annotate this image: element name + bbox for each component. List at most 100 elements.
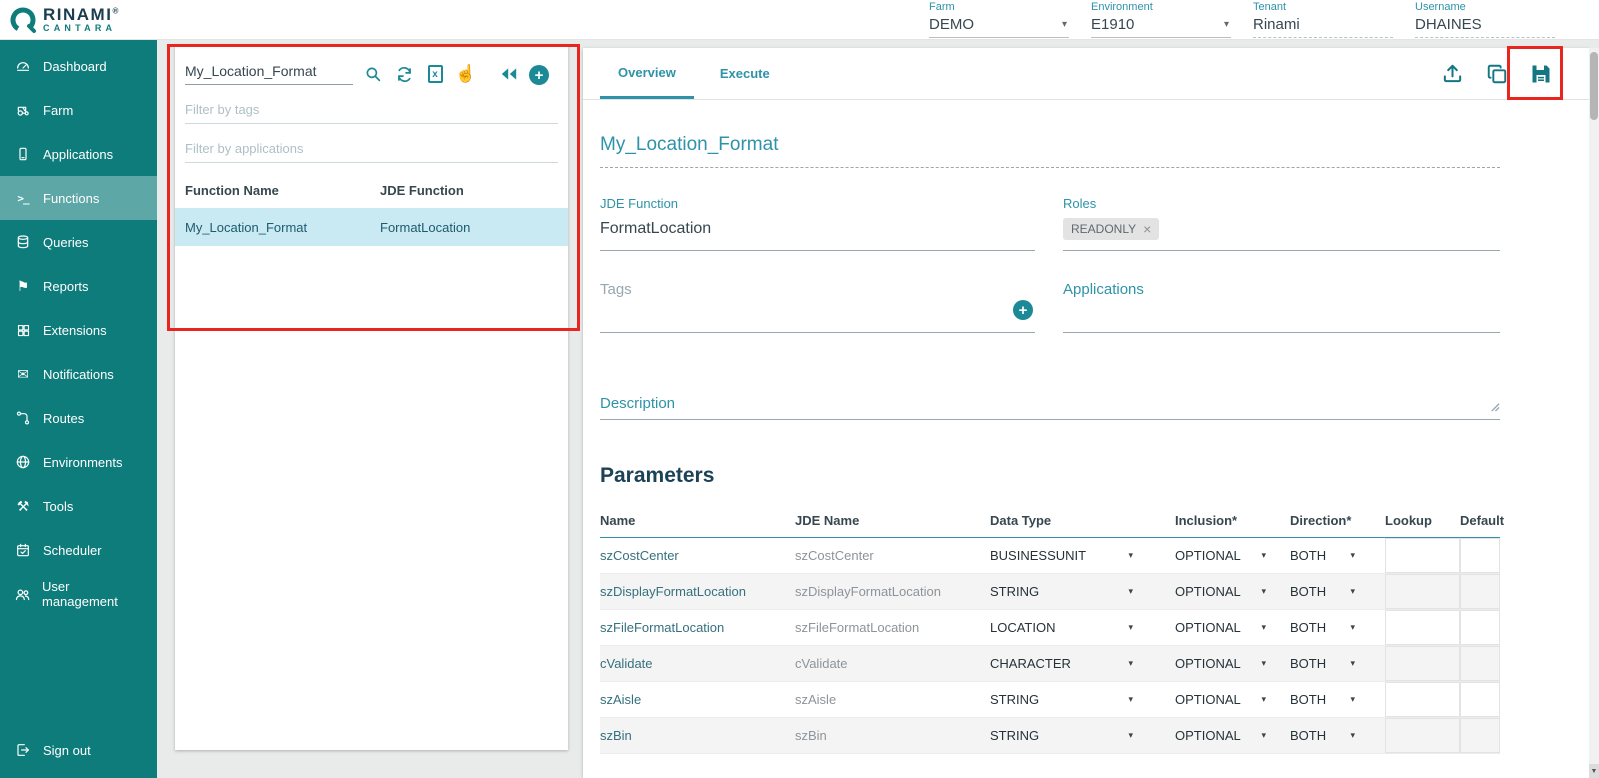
param-direction-select[interactable]: BOTH▾: [1290, 574, 1385, 609]
brand-logo: RINAMI® CANTARA: [8, 5, 120, 35]
sidebar-item-dashboard[interactable]: Dashboard: [0, 44, 157, 88]
col-jde-name: JDE Name: [795, 513, 990, 528]
dropdown-caret-icon: ▾: [1261, 694, 1266, 705]
sidebar-item-environments[interactable]: Environments: [0, 440, 157, 484]
jde-function-value[interactable]: FormatLocation: [600, 220, 1035, 238]
sidebar-item-applications[interactable]: Applications: [0, 132, 157, 176]
excel-export-icon[interactable]: x: [424, 63, 446, 85]
param-inclusion-select[interactable]: OPTIONAL▾: [1175, 574, 1290, 609]
param-data-type-select[interactable]: LOCATION▾: [990, 610, 1175, 645]
param-default-input[interactable]: [1460, 538, 1500, 573]
sidebar-item-tools[interactable]: ⚒ Tools: [0, 484, 157, 528]
param-lookup-input[interactable]: [1385, 538, 1460, 573]
jde-function-field[interactable]: JDE Function FormatLocation: [600, 196, 1035, 251]
rewind-icon[interactable]: [498, 63, 520, 85]
sidebar-item-user-management[interactable]: User management: [0, 572, 157, 616]
sidebar-item-farm[interactable]: Farm: [0, 88, 157, 132]
upload-icon[interactable]: [1440, 61, 1465, 86]
vertical-scrollbar[interactable]: ▼: [1589, 48, 1599, 778]
param-lookup-input[interactable]: [1385, 646, 1460, 681]
dropdown-caret-icon: ▾: [1128, 586, 1133, 597]
param-default-input[interactable]: [1460, 646, 1500, 681]
add-function-icon[interactable]: +: [529, 65, 549, 85]
param-lookup-input[interactable]: [1385, 610, 1460, 645]
tenant-label: Tenant: [1253, 1, 1393, 15]
brand-name: RINAMI®: [43, 6, 120, 24]
param-data-type-select[interactable]: CHARACTER▾: [990, 646, 1175, 681]
param-name[interactable]: szDisplayFormatLocation: [600, 574, 795, 609]
applications-input[interactable]: [1063, 298, 1500, 324]
tab-overview[interactable]: Overview: [600, 48, 694, 99]
add-tag-icon[interactable]: +: [1013, 300, 1033, 320]
tags-field[interactable]: Tags +: [600, 281, 1035, 333]
param-inclusion-select[interactable]: OPTIONAL▾: [1175, 682, 1290, 717]
sidebar-item-scheduler[interactable]: Scheduler: [0, 528, 157, 572]
function-name-cell: My_Location_Format: [185, 220, 380, 235]
param-inclusion-select[interactable]: OPTIONAL▾: [1175, 646, 1290, 681]
database-icon: [14, 234, 32, 250]
function-detail-panel: Overview Execute My_Location_Format JDE …: [583, 48, 1589, 778]
sidebar-item-label: User management: [42, 579, 143, 609]
param-inclusion-select[interactable]: OPTIONAL▾: [1175, 718, 1290, 753]
textarea-resize-handle-icon[interactable]: [1489, 399, 1500, 417]
param-data-type-select[interactable]: STRING▾: [990, 718, 1175, 753]
param-direction-select[interactable]: BOTH▾: [1290, 538, 1385, 573]
tags-input[interactable]: [600, 298, 1035, 324]
envelope-icon: ✉: [14, 366, 32, 383]
role-chip: READONLY ×: [1063, 218, 1159, 240]
param-default-input[interactable]: [1460, 610, 1500, 645]
hand-pointer-icon[interactable]: ☝: [455, 63, 477, 85]
param-lookup-input[interactable]: [1385, 718, 1460, 753]
param-inclusion-select[interactable]: OPTIONAL▾: [1175, 538, 1290, 573]
jde-function-cell: FormatLocation: [380, 220, 558, 235]
sidebar-item-reports[interactable]: ⚑ Reports: [0, 264, 157, 308]
param-data-type-select[interactable]: STRING▾: [990, 574, 1175, 609]
sidebar-item-extensions[interactable]: Extensions: [0, 308, 157, 352]
param-data-type-select[interactable]: STRING▾: [990, 682, 1175, 717]
function-search-input[interactable]: [185, 59, 353, 85]
save-icon[interactable]: [1528, 61, 1553, 86]
parameter-row: szBin szBin STRING▾ OPTIONAL▾ BOTH▾: [600, 718, 1500, 754]
function-name-field[interactable]: My_Location_Format: [600, 134, 1500, 168]
param-lookup-input[interactable]: [1385, 574, 1460, 609]
sidebar-item-queries[interactable]: Queries: [0, 220, 157, 264]
param-direction-select[interactable]: BOTH▾: [1290, 646, 1385, 681]
farm-select[interactable]: Farm DEMO▾: [929, 1, 1069, 38]
param-name[interactable]: szFileFormatLocation: [600, 610, 795, 645]
param-default-input[interactable]: [1460, 682, 1500, 717]
param-jde-name: szFileFormatLocation: [795, 610, 990, 645]
sidebar-item-routes[interactable]: Routes: [0, 396, 157, 440]
roles-field[interactable]: Roles READONLY ×: [1063, 196, 1500, 251]
scrollbar-thumb[interactable]: [1590, 52, 1598, 120]
filter-by-applications-input[interactable]: [185, 137, 558, 163]
param-direction-select[interactable]: BOTH▾: [1290, 682, 1385, 717]
username-value: DHAINES: [1415, 16, 1482, 33]
refresh-icon[interactable]: [393, 63, 415, 85]
sidebar-item-functions[interactable]: >_ Functions: [0, 176, 157, 220]
scrollbar-down-arrow-icon[interactable]: ▼: [1589, 764, 1599, 778]
sidebar-item-notifications[interactable]: ✉ Notifications: [0, 352, 157, 396]
dropdown-caret-icon: ▾: [1261, 586, 1266, 597]
param-inclusion-select[interactable]: OPTIONAL▾: [1175, 610, 1290, 645]
param-name[interactable]: szAisle: [600, 682, 795, 717]
copy-icon[interactable]: [1484, 61, 1509, 86]
param-lookup-input[interactable]: [1385, 682, 1460, 717]
environment-select[interactable]: Environment E1910▾: [1091, 1, 1231, 38]
description-field[interactable]: Description: [600, 395, 1500, 420]
param-default-input[interactable]: [1460, 718, 1500, 753]
dashboard-icon: [14, 58, 32, 74]
chip-remove-icon[interactable]: ×: [1143, 222, 1151, 236]
filter-by-tags-input[interactable]: [185, 98, 558, 124]
param-direction-select[interactable]: BOTH▾: [1290, 610, 1385, 645]
param-name[interactable]: szBin: [600, 718, 795, 753]
param-name[interactable]: cValidate: [600, 646, 795, 681]
param-default-input[interactable]: [1460, 574, 1500, 609]
param-direction-select[interactable]: BOTH▾: [1290, 718, 1385, 753]
param-data-type-select[interactable]: BUSINESSUNIT▾: [990, 538, 1175, 573]
tab-execute[interactable]: Execute: [702, 48, 788, 99]
search-icon[interactable]: [362, 63, 384, 85]
param-name[interactable]: szCostCenter: [600, 538, 795, 573]
function-list-row[interactable]: My_Location_Format FormatLocation: [175, 208, 568, 246]
sign-out-button[interactable]: Sign out: [0, 728, 157, 772]
applications-field[interactable]: Applications: [1063, 281, 1500, 333]
